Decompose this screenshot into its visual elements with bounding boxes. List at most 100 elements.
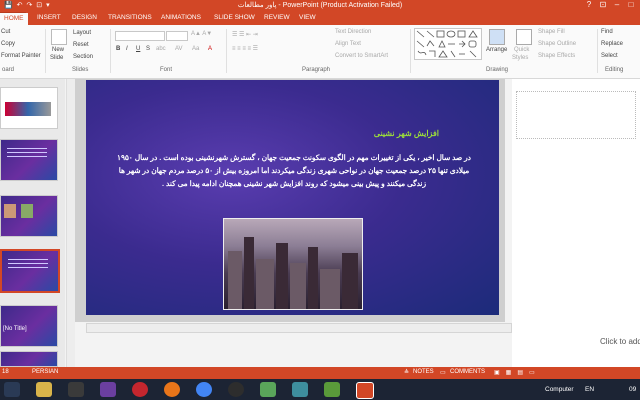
visual-studio-icon[interactable]: [100, 382, 116, 397]
comments-icon[interactable]: ▭: [440, 369, 446, 376]
align-text-button[interactable]: Align Text: [335, 41, 361, 47]
opera-icon[interactable]: [132, 382, 148, 397]
language-tray[interactable]: EN: [585, 386, 594, 393]
click-to-add-placeholder[interactable]: Click to add: [600, 337, 640, 346]
select-button[interactable]: Select: [601, 53, 618, 59]
building: [228, 251, 242, 309]
comments-button[interactable]: COMMENTS: [450, 369, 485, 375]
media-player-icon[interactable]: [68, 382, 84, 397]
horizontal-scrollbar[interactable]: [86, 323, 512, 333]
file-explorer-icon[interactable]: [36, 382, 52, 397]
shape-effects-button[interactable]: Shape Effects: [538, 53, 575, 59]
bold-button[interactable]: B: [116, 46, 120, 52]
quick-styles-icon[interactable]: [516, 29, 532, 45]
replace-button[interactable]: Replace: [601, 41, 623, 47]
char-spacing-button[interactable]: AV: [175, 46, 183, 52]
convert-smartart-button[interactable]: Convert to SmartArt: [335, 53, 388, 59]
separator: [45, 29, 46, 73]
editing-group-label: Editing: [605, 67, 624, 73]
tab-animations[interactable]: ANIMATIONS: [161, 14, 201, 21]
bullets-icon[interactable]: ☰ ☰ ⇤ ⇥: [232, 31, 258, 38]
maximize-icon[interactable]: □: [624, 0, 638, 9]
slide-body-text[interactable]: در صد سال اخیر ، یکی از تغییرات مهم در ا…: [116, 151, 472, 190]
strikethrough-abc-button[interactable]: abc: [156, 46, 166, 52]
language-indicator[interactable]: PERSIAN: [32, 369, 58, 375]
clock[interactable]: 09: [629, 386, 636, 393]
tab-design[interactable]: DESIGN: [72, 14, 97, 21]
placeholder-box[interactable]: [516, 91, 636, 139]
strikethrough-button[interactable]: S: [146, 46, 150, 52]
tab-insert[interactable]: INSERT: [37, 14, 61, 21]
minimize-icon[interactable]: –: [610, 0, 624, 9]
reset-button[interactable]: Reset: [73, 42, 89, 48]
slide-thumbnail[interactable]: [0, 351, 58, 367]
thumbnail-graphic: [5, 102, 51, 116]
slide-thumbnail-pane: [No Title]: [0, 79, 65, 367]
help-icon[interactable]: ?: [582, 0, 596, 9]
italic-button[interactable]: I: [126, 46, 128, 52]
firefox-icon[interactable]: [164, 382, 180, 397]
quick-styles-label[interactable]: Styles: [512, 55, 528, 61]
tab-slide-show[interactable]: SLIDE SHOW: [214, 14, 255, 21]
font-name-box[interactable]: [115, 31, 165, 41]
shapes-icon: [416, 30, 478, 58]
thumbnail-title: [No Title]: [3, 326, 27, 332]
ribbon-tabs: FILE HOME INSERT DESIGN TRANSITIONS ANIM…: [0, 12, 640, 25]
tab-view[interactable]: VIEW: [299, 14, 316, 21]
grow-font-icon[interactable]: A▲ A▼: [191, 31, 212, 37]
tab-transitions[interactable]: TRANSITIONS: [108, 14, 152, 21]
align-icons[interactable]: ≡ ≡ ≡ ≡ ☰: [232, 45, 258, 52]
slide-thumbnail[interactable]: [0, 139, 58, 181]
arrange-button[interactable]: Arrange: [486, 47, 507, 53]
slide-thumbnail-selected[interactable]: [0, 249, 60, 293]
ribbon: Cut Copy Format Painter oard New Slide L…: [0, 25, 640, 79]
slide-thumbnail[interactable]: [0, 87, 58, 129]
slide-number: 18: [2, 369, 9, 375]
quick-styles-button[interactable]: Quick: [514, 47, 529, 53]
city-photo[interactable]: [223, 218, 363, 310]
view-buttons[interactable]: ▣▦▤▭: [494, 369, 541, 376]
slide[interactable]: افزایش شهر نشینی در صد سال اخیر ، یکی از…: [86, 80, 499, 315]
underline-button[interactable]: U: [136, 46, 140, 52]
building: [276, 243, 288, 309]
notes-icon[interactable]: ≜: [404, 369, 409, 376]
arrange-icon[interactable]: [489, 29, 505, 45]
status-bar: 18 PERSIAN ≜ NOTES ▭ COMMENTS ▣▦▤▭: [0, 367, 640, 379]
nox-icon[interactable]: [228, 382, 244, 397]
notes-button[interactable]: NOTES: [413, 369, 434, 375]
windows-start-icon[interactable]: [4, 382, 20, 397]
chrome-icon[interactable]: [196, 382, 212, 397]
font-size-box[interactable]: [166, 31, 188, 41]
computer-toolbar[interactable]: Computer: [545, 386, 574, 393]
tab-review[interactable]: REVIEW: [264, 14, 290, 21]
new-slide-button[interactable]: New: [52, 47, 64, 53]
new-slide-icon[interactable]: [51, 29, 67, 45]
app-icon[interactable]: [324, 382, 340, 397]
app-icon[interactable]: [292, 382, 308, 397]
tab-home[interactable]: HOME: [0, 13, 28, 25]
layout-button[interactable]: Layout: [73, 30, 91, 36]
shape-fill-button[interactable]: Shape Fill: [538, 29, 565, 35]
slide-thumbnail[interactable]: [No Title]: [0, 305, 58, 347]
format-painter-button[interactable]: Format Painter: [1, 53, 41, 59]
app-icon[interactable]: [260, 382, 276, 397]
shape-outline-button[interactable]: Shape Outline: [538, 41, 576, 47]
ribbon-options-icon[interactable]: ⊡: [596, 0, 610, 9]
change-case-button[interactable]: Aa: [192, 46, 199, 52]
drawing-group-label: Drawing: [486, 67, 509, 73]
slide-thumbnail[interactable]: [0, 195, 58, 237]
section-button[interactable]: Section: [73, 54, 93, 60]
font-group-label: Font: [160, 67, 173, 73]
shapes-gallery[interactable]: [414, 28, 482, 60]
slide-title[interactable]: افزایش شهر نشینی: [374, 129, 439, 138]
find-button[interactable]: Find: [601, 29, 613, 35]
separator: [226, 29, 227, 73]
window-title: پاور مطالعات - PowerPoint (Product Activ…: [237, 2, 403, 9]
powerpoint-icon[interactable]: [356, 382, 374, 399]
new-slide-label[interactable]: Slide: [50, 55, 63, 61]
cut-button[interactable]: Cut: [1, 29, 10, 35]
text-direction-button[interactable]: Text Direction: [335, 29, 371, 35]
font-color-button[interactable]: A: [208, 46, 212, 52]
copy-button[interactable]: Copy: [1, 41, 15, 47]
thumbnail-scrollbar[interactable]: [66, 79, 75, 367]
